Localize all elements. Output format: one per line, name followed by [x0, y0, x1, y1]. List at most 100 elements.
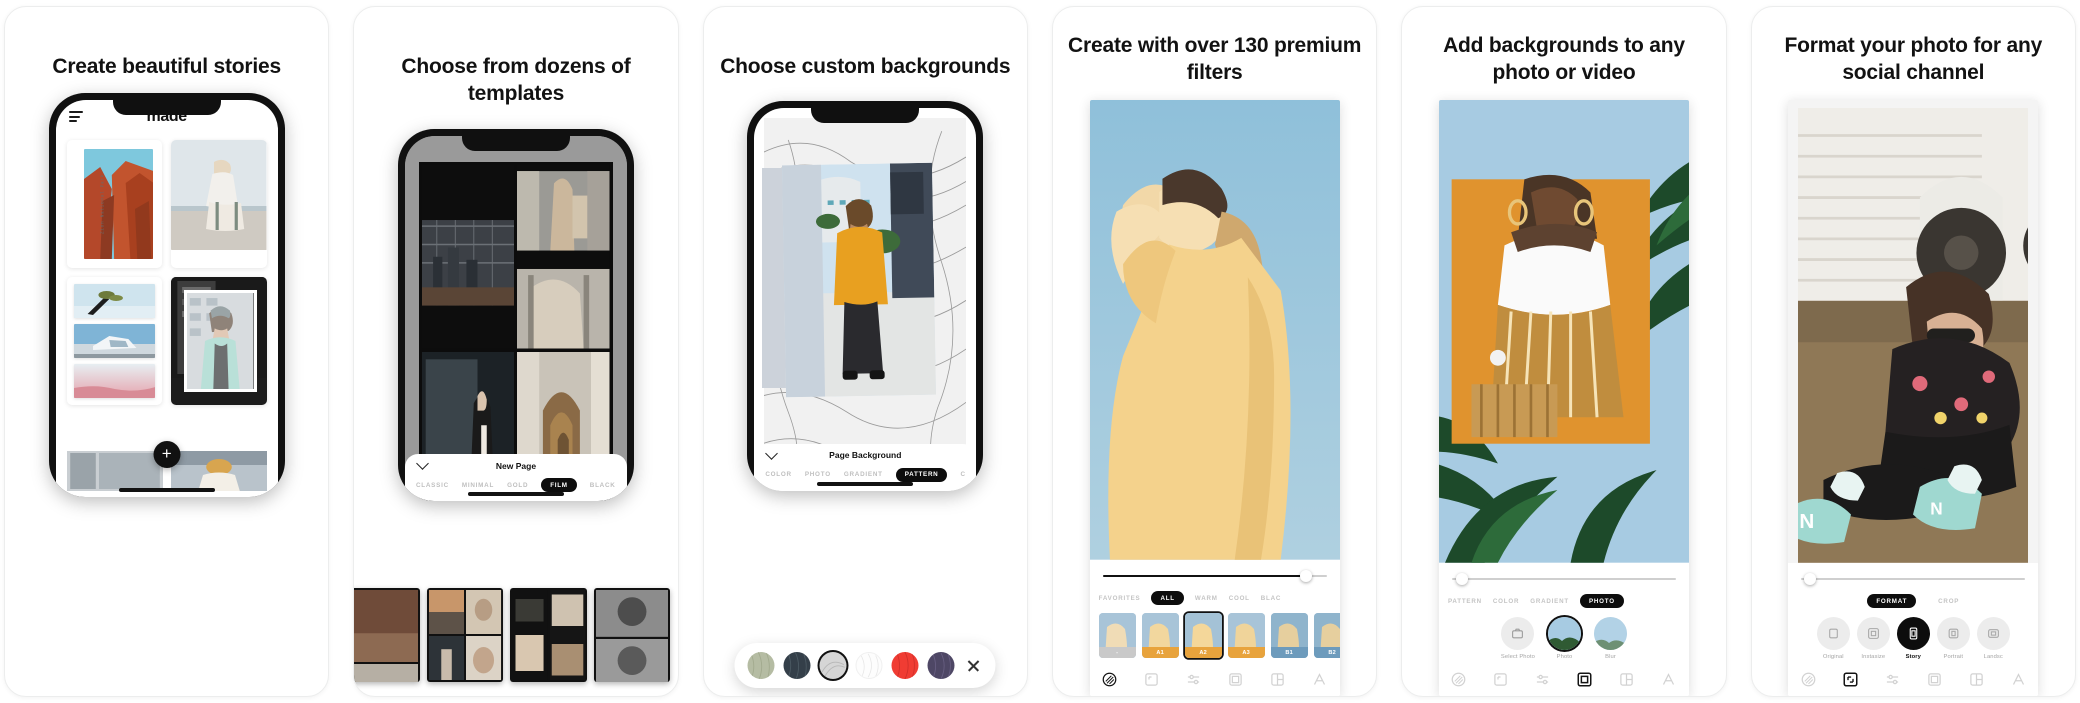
tab-color[interactable]: COLOR — [1493, 598, 1519, 605]
story-tile[interactable] — [171, 276, 267, 405]
tab-minimal[interactable]: MINIMAL — [462, 482, 494, 489]
phone-mockup: 720 — [747, 100, 984, 491]
screenshot-card-filters: Create with over 130 premium filters FAV… — [1051, 6, 1378, 697]
template-thumb[interactable] — [354, 588, 421, 682]
card-headline: Create beautiful stories — [52, 55, 281, 78]
template-tabs: CLASSIC MINIMAL GOLD FILM BLACK — [405, 476, 627, 501]
photo-stage[interactable] — [1438, 100, 1689, 563]
text-icon[interactable] — [1661, 671, 1677, 687]
editor-panel: FAVORITES ALL WARM COOL BLAC - A1 A2 A3 … — [1089, 560, 1340, 696]
format-story[interactable]: Story — [1896, 617, 1930, 660]
adjust-icon[interactable] — [1186, 671, 1202, 687]
add-story-button[interactable]: + — [153, 440, 181, 468]
format-icon[interactable] — [1842, 671, 1858, 687]
phone-notch — [461, 129, 570, 152]
story-tile[interactable]: Zion National Park — [66, 139, 163, 268]
filter-thumb[interactable]: - — [1098, 613, 1136, 658]
swatch-sage[interactable] — [747, 652, 775, 679]
tab-photo[interactable]: PHOTO — [805, 471, 831, 478]
slider-knob[interactable] — [1299, 570, 1312, 582]
tab-format[interactable]: FORMAT — [1867, 594, 1917, 608]
canvas-slot[interactable] — [421, 165, 515, 349]
slider-knob[interactable] — [1803, 573, 1816, 585]
format-label: Instasize — [1861, 654, 1886, 660]
tab-black[interactable]: BLACK — [590, 482, 616, 489]
swatch-slate[interactable] — [783, 652, 811, 679]
filter-thumb[interactable]: B1 — [1270, 613, 1308, 658]
instasize-icon — [1856, 617, 1890, 650]
filter-thumb[interactable]: A2 — [1184, 613, 1222, 658]
tab-black[interactable]: BLAC — [1261, 595, 1281, 602]
tab-pattern[interactable]: PATTERN — [1448, 598, 1482, 605]
format-icon[interactable] — [1144, 671, 1160, 687]
adjust-icon[interactable] — [1884, 671, 1900, 687]
format-instasize[interactable]: Instasize — [1856, 617, 1890, 660]
swatch-purple[interactable] — [927, 652, 955, 679]
card-headline: Create with over 130 premium filters — [1068, 34, 1362, 84]
story-tile[interactable] — [66, 276, 163, 405]
text-icon[interactable] — [1312, 671, 1328, 687]
collage-icon[interactable] — [1270, 671, 1286, 687]
filter-icon[interactable] — [1451, 671, 1467, 687]
filter-icon[interactable] — [1800, 671, 1816, 687]
border-icon[interactable] — [1577, 671, 1593, 687]
intensity-slider[interactable] — [1102, 570, 1327, 582]
template-thumb[interactable] — [593, 588, 670, 682]
tab-all[interactable]: ALL — [1151, 591, 1184, 605]
photo-street-woman — [517, 165, 610, 349]
photo-stage[interactable]: N N — [1788, 100, 2039, 563]
swatch-light-grey[interactable] — [819, 652, 847, 679]
swatch-red[interactable] — [891, 652, 919, 679]
swatch-pattern — [750, 652, 771, 679]
tab-more[interactable]: C — [960, 471, 965, 478]
format-icon[interactable] — [1493, 671, 1509, 687]
filter-thumb[interactable]: A1 — [1141, 613, 1179, 658]
story-tile[interactable] — [171, 139, 267, 268]
collage-icon[interactable] — [1619, 671, 1635, 687]
format-portrait[interactable]: Portrait — [1936, 617, 1970, 660]
format-original[interactable]: Original — [1816, 617, 1850, 660]
swatch-pattern — [932, 652, 952, 679]
filter-thumb[interactable]: A3 — [1227, 613, 1265, 658]
border-icon[interactable] — [1926, 671, 1942, 687]
collage-icon[interactable] — [1968, 671, 1984, 687]
format-slider[interactable] — [1801, 573, 2026, 585]
canvas-slot[interactable] — [517, 165, 610, 349]
opacity-slider[interactable] — [1451, 573, 1676, 585]
photo-stage[interactable] — [1089, 100, 1340, 560]
tab-favorites[interactable]: FAVORITES — [1099, 595, 1141, 602]
filter-thumb[interactable]: B2 — [1313, 613, 1340, 658]
phone-screen: made Zion National Park + — [55, 99, 278, 497]
tab-film[interactable]: FILM — [541, 478, 577, 493]
tab-cool[interactable]: COOL — [1229, 595, 1250, 602]
swatch-pattern — [787, 652, 807, 679]
format-label: Portrait — [1943, 654, 1964, 660]
close-icon[interactable] — [965, 657, 983, 675]
swatch-white[interactable] — [855, 652, 883, 679]
adjust-icon[interactable] — [1535, 671, 1551, 687]
slider-track — [1451, 578, 1676, 581]
border-icon[interactable] — [1228, 671, 1244, 687]
slider-knob[interactable] — [1456, 573, 1469, 585]
tab-pattern[interactable]: PATTERN — [895, 467, 948, 482]
option-select-photo[interactable]: Select Photo — [1501, 617, 1535, 660]
filter-icon[interactable] — [1102, 671, 1118, 687]
tab-color[interactable]: COLOR — [765, 471, 792, 478]
tab-classic[interactable]: CLASSIC — [416, 482, 449, 489]
tab-gradient[interactable]: GRADIENT — [844, 471, 883, 478]
option-blur[interactable]: Blur — [1594, 617, 1627, 660]
tab-photo[interactable]: PHOTO — [1579, 594, 1624, 608]
tab-gold[interactable]: GOLD — [507, 482, 528, 489]
tab-warm[interactable]: WARM — [1195, 595, 1218, 602]
tab-crop[interactable]: CROP — [1938, 598, 1959, 605]
tab-gradient[interactable]: GRADIENT — [1530, 598, 1569, 605]
option-photo[interactable]: Photo — [1548, 617, 1581, 660]
template-thumb[interactable] — [510, 588, 587, 682]
template-thumb[interactable] — [427, 588, 504, 682]
thumb-bw-2 — [595, 638, 668, 682]
card-headline: Choose from dozens of templates — [401, 55, 631, 105]
card-headline: Format your photo for any social channel — [1784, 34, 2043, 84]
format-landscape[interactable]: Landsc — [1976, 617, 2010, 660]
text-icon[interactable] — [2010, 671, 2026, 687]
user-photo[interactable] — [782, 162, 937, 397]
